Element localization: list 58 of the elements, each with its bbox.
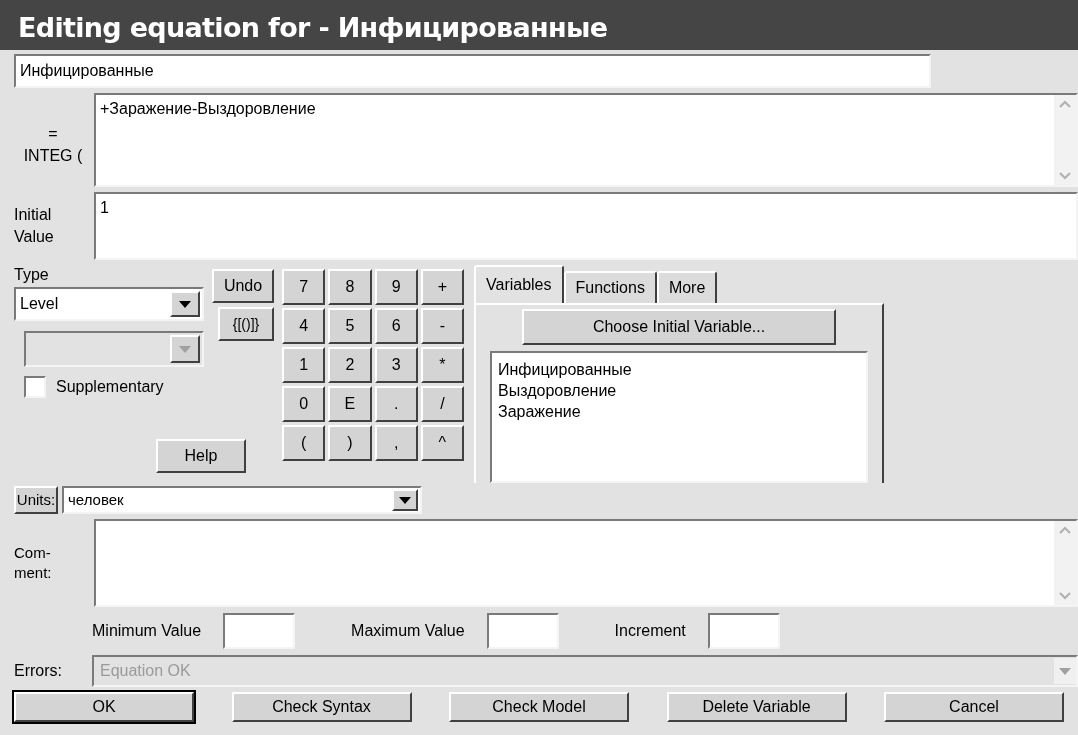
type-dropdown[interactable]: Level bbox=[14, 287, 204, 321]
dialog-button[interactable]: OK bbox=[14, 692, 194, 722]
undo-button[interactable]: Undo bbox=[212, 269, 274, 303]
keypad-key[interactable]: , bbox=[374, 425, 418, 461]
keypad-key[interactable]: . bbox=[374, 386, 418, 422]
keypad-key[interactable]: * bbox=[420, 347, 464, 383]
keypad-key[interactable]: 7 bbox=[282, 269, 326, 305]
name-field[interactable]: Инфицированные bbox=[14, 54, 931, 88]
variable-list-item[interactable]: Заражение bbox=[498, 401, 581, 422]
brackets-button[interactable]: {[()]} bbox=[218, 307, 274, 341]
keypad-key[interactable]: 8 bbox=[328, 269, 372, 305]
integ-label: = INTEG ( bbox=[22, 124, 84, 166]
dropdown-arrow-icon bbox=[179, 345, 191, 353]
dropdown-arrow-icon bbox=[1059, 667, 1071, 675]
keypad-key[interactable]: 5 bbox=[328, 308, 372, 344]
dialog-button[interactable]: Check Syntax bbox=[231, 692, 412, 722]
initial-value-label: Initial Value bbox=[14, 205, 55, 247]
keypad-key[interactable]: / bbox=[420, 386, 464, 422]
keypad-key[interactable]: ^ bbox=[420, 425, 464, 461]
keypad-key[interactable]: 4 bbox=[282, 308, 326, 344]
range-field[interactable] bbox=[707, 613, 780, 649]
keypad-key[interactable]: 0 bbox=[282, 386, 326, 422]
range-label: Maximum Value bbox=[351, 621, 465, 641]
help-button[interactable]: Help bbox=[156, 439, 246, 473]
keypad-key[interactable]: ( bbox=[282, 425, 326, 461]
range-field[interactable] bbox=[223, 613, 296, 649]
errors-label: Errors: bbox=[14, 661, 63, 681]
supplementary-checkbox[interactable] bbox=[24, 376, 46, 398]
range-field[interactable] bbox=[486, 613, 559, 649]
initial-value-field[interactable]: 1 bbox=[94, 192, 1078, 260]
units-button[interactable]: Units: bbox=[14, 486, 58, 514]
keypad-key[interactable]: 9 bbox=[374, 269, 418, 305]
variable-list-item[interactable]: Инфицированные bbox=[498, 359, 632, 380]
keypad-key[interactable]: - bbox=[420, 308, 464, 344]
keypad-key[interactable]: E bbox=[328, 386, 372, 422]
tab[interactable]: Functions bbox=[563, 271, 657, 303]
dialog-button[interactable]: Cancel bbox=[884, 692, 1064, 722]
comment-label: Com- ment: bbox=[14, 543, 53, 583]
supplementary-label: Supplementary bbox=[56, 377, 164, 397]
choose-initial-variable-button[interactable]: Choose Initial Variable... bbox=[522, 309, 836, 345]
tab[interactable]: Variables bbox=[474, 265, 564, 303]
type-label: Type bbox=[14, 265, 50, 285]
tab[interactable]: More bbox=[656, 271, 718, 303]
dialog-button[interactable]: Delete Variable bbox=[666, 692, 847, 722]
dropdown-arrow-icon bbox=[179, 300, 191, 308]
units-dropdown[interactable]: человек bbox=[62, 486, 422, 514]
dropdown-arrow-icon bbox=[399, 496, 411, 504]
range-label: Minimum Value bbox=[92, 621, 202, 641]
window-title: Editing equation for - Инфицированные bbox=[0, 0, 1078, 50]
keypad-key[interactable]: ) bbox=[328, 425, 372, 461]
variable-list-item[interactable]: Выздоровление bbox=[498, 380, 617, 401]
range-label: Increment bbox=[614, 621, 686, 641]
keypad-key[interactable]: 2 bbox=[328, 347, 372, 383]
keypad-key[interactable]: + bbox=[420, 269, 464, 305]
keypad-key[interactable]: 6 bbox=[374, 308, 418, 344]
keypad-key[interactable]: 3 bbox=[374, 347, 418, 383]
dialog-button[interactable]: Check Model bbox=[449, 692, 629, 722]
keypad-key[interactable]: 1 bbox=[282, 347, 326, 383]
